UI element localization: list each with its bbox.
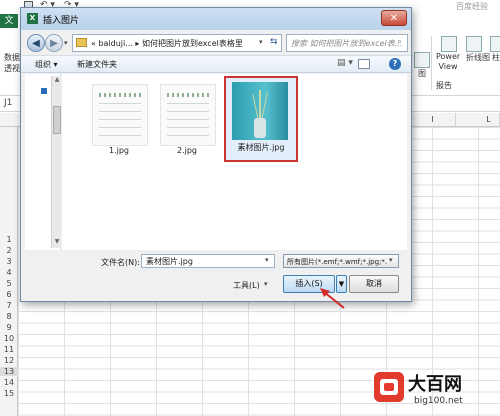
refresh-icon[interactable]: ⇆: [270, 37, 278, 47]
map-icon: [414, 52, 430, 68]
line-chart-button[interactable]: 折线图: [466, 36, 490, 63]
filename-input[interactable]: 素材图片.jpg ▾: [141, 254, 275, 268]
column-header-l[interactable]: L: [478, 113, 500, 127]
row-header[interactable]: 5: [0, 279, 18, 288]
search-icon[interactable]: ⌕: [397, 37, 402, 47]
chevron-down-icon[interactable]: ▾: [389, 256, 393, 264]
close-button[interactable]: ✕: [381, 10, 407, 26]
file-item-1[interactable]: 1.jpg: [86, 78, 152, 164]
row-header[interactable]: 15: [0, 389, 18, 398]
file-name: 1.jpg: [108, 146, 129, 155]
nav-pane-item-icon[interactable]: [41, 88, 47, 94]
line-chart-icon: [466, 36, 482, 52]
power-view-button[interactable]: Power View: [436, 36, 460, 72]
file-type-select[interactable]: 所有图片(*.emf;*.wmf;*.jpg;*.j ▾: [283, 254, 399, 268]
dialog-toolbar: 组织 ▾ 新建文件夹 ▤ ▾ ?: [21, 55, 411, 73]
map-group[interactable]: 图: [414, 52, 430, 79]
column-chart-icon: [490, 36, 500, 52]
scroll-down-icon[interactable]: ▼: [52, 238, 62, 248]
chevron-down-icon[interactable]: ▾: [265, 256, 269, 264]
row-header[interactable]: 11: [0, 345, 18, 354]
scroll-up-icon[interactable]: ▲: [52, 76, 62, 86]
logo-mark-icon: [374, 372, 404, 402]
logo-url: big100.net: [414, 396, 463, 406]
row-header[interactable]: 3: [0, 257, 18, 266]
new-folder-button[interactable]: 新建文件夹: [77, 59, 117, 70]
search-input[interactable]: 搜索 如何把图片放到excel表... ⌕: [286, 34, 408, 52]
row-headers: 1 2 3 4 5 6 7 8 9 10 11 12 13 14 15: [0, 127, 18, 416]
pivot-label-1: 数据: [4, 53, 20, 62]
folder-icon: [76, 38, 87, 47]
file-list: 1.jpg 2.jpg 素材图片.jpg: [62, 74, 407, 250]
column-header-i[interactable]: I: [410, 113, 456, 127]
search-placeholder: 搜索 如何把图片放到excel表...: [291, 39, 403, 48]
row-header[interactable]: 12: [0, 356, 18, 365]
row-header[interactable]: 8: [0, 312, 18, 321]
column-chart-button[interactable]: 柱: [490, 36, 500, 63]
spreadsheet-thumbnail: [92, 84, 148, 146]
forward-button[interactable]: ▶: [45, 34, 63, 52]
pivot-group[interactable]: 数据 透视: [4, 52, 20, 74]
site-logo: 大百网 big100.net: [370, 368, 500, 416]
file-name: 素材图片.jpg: [237, 143, 285, 152]
spreadsheet-thumbnail: [160, 84, 216, 146]
row-header[interactable]: 13: [0, 367, 18, 376]
scroll-thumb[interactable]: [53, 106, 61, 134]
preview-pane-icon[interactable]: [358, 59, 370, 69]
ribbon-separator: [431, 36, 432, 90]
row-header[interactable]: 2: [0, 246, 18, 255]
power-view-icon: [441, 36, 457, 52]
file-item-2[interactable]: 2.jpg: [154, 78, 220, 164]
file-tab[interactable]: 文: [0, 14, 18, 28]
report-group-label: 报告: [436, 81, 452, 90]
tools-button[interactable]: 工具(L): [233, 280, 260, 291]
history-dropdown-icon[interactable]: ▾: [64, 39, 68, 47]
row-header[interactable]: 9: [0, 323, 18, 332]
chevron-down-icon[interactable]: ▾: [259, 38, 263, 46]
cancel-button[interactable]: 取消: [349, 275, 399, 293]
back-button[interactable]: ◀: [27, 34, 45, 52]
row-header[interactable]: 10: [0, 334, 18, 343]
column-chart-label: 柱: [492, 53, 500, 62]
help-icon[interactable]: ?: [389, 58, 401, 70]
annotation-arrow-icon: [320, 288, 345, 309]
top-watermark: 百度经验: [456, 2, 488, 11]
file-item-3-selected[interactable]: 素材图片.jpg: [224, 76, 298, 162]
view-options-icon[interactable]: ▤ ▾: [337, 58, 353, 68]
navigation-pane[interactable]: ▲ ▼: [25, 74, 61, 250]
name-box[interactable]: J1: [4, 98, 12, 108]
map-label: 图: [418, 69, 426, 78]
row-header[interactable]: 1: [0, 235, 18, 244]
logo-text: 大百网: [408, 374, 462, 395]
row-header[interactable]: 7: [0, 301, 18, 310]
dialog-title: 插入图片: [43, 16, 80, 26]
filename-value: 素材图片.jpg: [146, 257, 193, 266]
row-header[interactable]: 4: [0, 268, 18, 277]
line-chart-label: 折线图: [466, 53, 490, 62]
dialog-title-bar[interactable]: X 插入图片 ✕: [21, 8, 411, 30]
nav-scrollbar[interactable]: ▲ ▼: [51, 76, 61, 248]
file-type-value: 所有图片(*.emf;*.wmf;*.jpg;*.j: [287, 258, 387, 266]
photo-thumbnail: [232, 82, 288, 140]
row-header[interactable]: 14: [0, 378, 18, 387]
file-name: 2.jpg: [176, 146, 197, 155]
row-header[interactable]: 6: [0, 290, 18, 299]
excel-icon: X: [27, 13, 38, 24]
address-bar[interactable]: « baiduji... ▸ 如何把图片放到excel表格里 ▾ ⇆: [72, 34, 282, 52]
insert-picture-dialog: X 插入图片 ✕ ◀ ▶ ▾ « baiduji... ▸ 如何把图片放到exc…: [20, 7, 412, 302]
organize-button[interactable]: 组织 ▾: [35, 59, 58, 70]
filename-label: 文件名(N):: [101, 258, 140, 267]
pivot-label-2: 透视: [4, 64, 20, 73]
chevron-down-icon[interactable]: ▾: [264, 280, 268, 288]
power-view-label: Power View: [436, 52, 461, 71]
address-path[interactable]: « baiduji... ▸ 如何把图片放到excel表格里: [91, 38, 243, 49]
